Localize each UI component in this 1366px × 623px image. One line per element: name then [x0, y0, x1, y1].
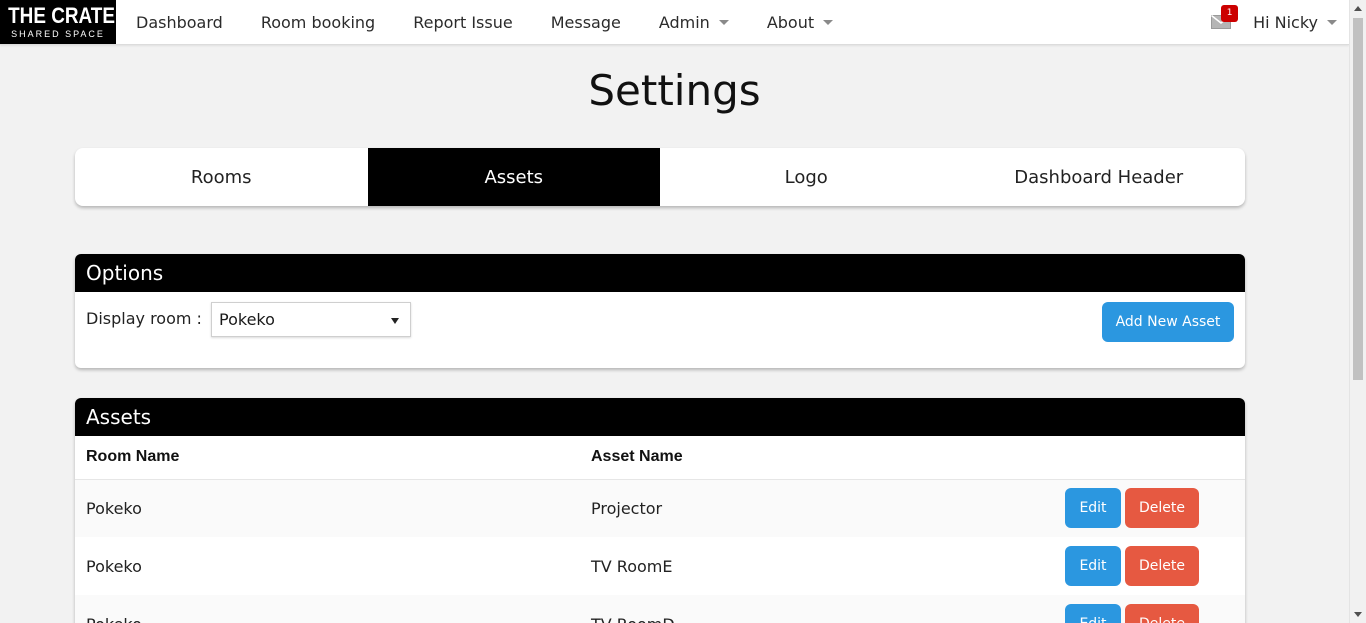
options-panel: Options Display room : Pokeko Add New As…	[75, 254, 1245, 368]
options-heading: Options	[75, 254, 1245, 292]
dropdown-arrow-icon	[391, 318, 399, 324]
column-header-asset-name: Asset Name	[580, 436, 1065, 480]
table-header-row: Room Name Asset Name	[75, 436, 1245, 480]
cell-room-name: Pokeko	[75, 595, 580, 623]
nav-room-booking-label: Room booking	[260, 12, 376, 32]
settings-tabs: Rooms Assets Logo Dashboard Header	[75, 148, 1245, 206]
tab-rooms[interactable]: Rooms	[75, 148, 368, 206]
logo-subtitle: SHARED SPACE	[11, 29, 105, 39]
brand-logo[interactable]: THE CRATE SHARED SPACE	[0, 0, 116, 44]
table-row: Pokeko Projector Edit Delete	[75, 479, 1245, 537]
edit-button[interactable]: Edit	[1065, 604, 1121, 623]
assets-heading: Assets	[75, 398, 1245, 436]
logo-title: THE CRATE	[8, 3, 115, 28]
nav-admin[interactable]: Admin	[659, 13, 729, 32]
mail-button[interactable]: 1	[1211, 5, 1239, 29]
delete-button[interactable]: Delete	[1125, 546, 1199, 586]
table-row: Pokeko TV RoomD EditDelete	[75, 595, 1245, 623]
edit-button[interactable]: Edit	[1065, 488, 1121, 529]
page-scrollbar[interactable]	[1349, 0, 1366, 623]
tab-logo[interactable]: Logo	[660, 148, 953, 206]
delete-button[interactable]: Delete	[1125, 488, 1199, 529]
unread-badge: 1	[1221, 5, 1239, 22]
column-header-room-name: Room Name	[75, 436, 580, 480]
cell-asset-name: Projector	[580, 479, 1065, 537]
assets-panel: Assets Room Name Asset Name Pokeko Proje…	[75, 398, 1245, 623]
nav-room-booking[interactable]: Room booking	[261, 13, 375, 32]
chevron-down-icon	[718, 19, 729, 25]
chevron-down-icon	[823, 19, 834, 25]
nav-about-label: About	[766, 12, 815, 32]
column-header-actions	[1065, 436, 1245, 480]
nav-report-issue-label: Report Issue	[413, 12, 513, 32]
table-row: Pokeko TV RoomE Edit Delete	[75, 537, 1245, 595]
nav-message[interactable]: Message	[551, 13, 621, 32]
scroll-down-arrow-icon[interactable]	[1354, 612, 1362, 617]
row-actions: EditDelete	[1065, 479, 1245, 537]
row-actions: EditDelete	[1065, 537, 1245, 595]
tab-assets[interactable]: Assets	[367, 148, 660, 206]
display-room-select[interactable]: Pokeko	[211, 302, 411, 337]
edit-button[interactable]: Edit	[1065, 546, 1121, 586]
cell-room-name: Pokeko	[86, 556, 142, 576]
tab-dashboard-header[interactable]: Dashboard Header	[953, 148, 1246, 206]
scroll-thumb[interactable]	[1353, 18, 1363, 380]
row-actions: EditDelete	[1065, 595, 1245, 623]
nav-dashboard-label: Dashboard	[136, 12, 223, 32]
user-greeting: Hi Nicky	[1253, 12, 1318, 32]
display-room-label: Display room :	[86, 309, 202, 328]
cell-asset-name: TV RoomE	[591, 556, 673, 576]
top-navbar: THE CRATE SHARED SPACE Dashboard Room bo…	[0, 0, 1349, 45]
main-nav: Dashboard Room booking Report Issue Mess…	[136, 0, 871, 44]
cell-asset-name: TV RoomD	[580, 595, 1065, 623]
nav-admin-label: Admin	[658, 12, 710, 32]
add-new-asset-button[interactable]: Add New Asset	[1102, 302, 1234, 342]
cell-room-name: Pokeko	[75, 479, 580, 537]
nav-dashboard[interactable]: Dashboard	[136, 13, 223, 32]
nav-about[interactable]: About	[766, 12, 834, 32]
display-room-value: Pokeko	[219, 310, 275, 329]
chevron-down-icon	[1327, 19, 1337, 25]
delete-button[interactable]: Delete	[1125, 604, 1199, 623]
assets-table: Room Name Asset Name Pokeko Projector Ed…	[75, 436, 1245, 623]
user-menu[interactable]: Hi Nicky	[1253, 13, 1337, 32]
nav-report-issue[interactable]: Report Issue	[413, 13, 513, 32]
page-title: Settings	[588, 66, 761, 115]
scroll-up-arrow-icon[interactable]	[1354, 6, 1362, 11]
nav-user-area: 1 Hi Nicky	[1211, 0, 1337, 44]
nav-message-label: Message	[550, 12, 621, 32]
